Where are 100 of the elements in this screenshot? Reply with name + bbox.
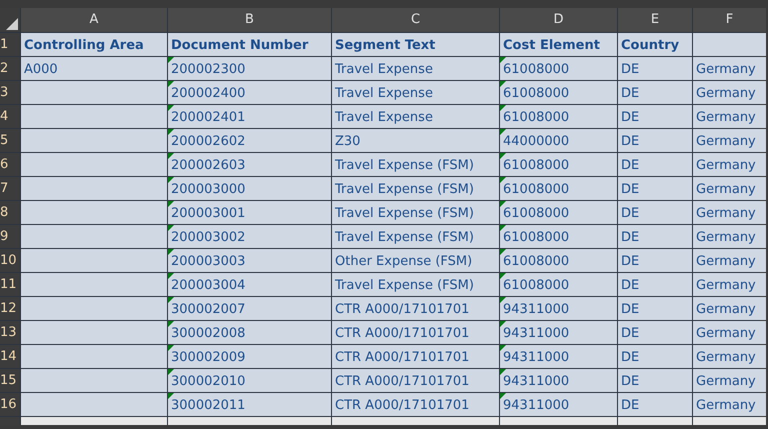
cell-text: Travel Expense (FSM) xyxy=(335,180,474,198)
cell-text: 94311000 xyxy=(503,372,570,390)
cell-text: DE xyxy=(621,108,640,126)
row-header[interactable]: 13 xyxy=(0,321,20,344)
cell-text: 300002009 xyxy=(171,348,246,366)
cell-text: Travel Expense (FSM) xyxy=(335,228,474,246)
row-header[interactable]: 12 xyxy=(0,297,20,320)
cell-text: Germany xyxy=(696,132,756,150)
cell-text: Germany xyxy=(696,60,756,78)
cell-text: Germany xyxy=(696,324,756,342)
select-all-button[interactable] xyxy=(0,8,20,32)
cell-text: DE xyxy=(621,396,640,414)
select-all-icon[interactable] xyxy=(6,18,18,30)
cell-text: DE xyxy=(621,276,640,294)
cell-text: DE xyxy=(621,324,640,342)
cell-text: Germany xyxy=(696,252,756,270)
cell-text: Germany xyxy=(696,300,756,318)
column-header[interactable]: F xyxy=(693,8,766,32)
column-header[interactable]: A xyxy=(21,8,167,32)
cell-text: DE xyxy=(621,372,640,390)
cell-text: Travel Expense xyxy=(335,108,433,126)
row-header[interactable]: 1 xyxy=(0,33,20,56)
cell-text: 200003002 xyxy=(171,228,246,246)
cell-text: CTR A000/17101701 xyxy=(335,300,470,318)
cell-text: 61008000 xyxy=(503,84,570,102)
cell-text: CTR A000/17101701 xyxy=(335,396,470,414)
cell-text: CTR A000/17101701 xyxy=(335,372,470,390)
cell-text: Germany xyxy=(696,348,756,366)
row-header[interactable]: 11 xyxy=(0,273,20,296)
cell-text: 300002010 xyxy=(171,372,246,390)
row-header[interactable]: 8 xyxy=(0,201,20,224)
cell-text: 94311000 xyxy=(503,300,570,318)
cell-text: DE xyxy=(621,156,640,174)
row-header[interactable]: 15 xyxy=(0,369,20,392)
cell-text: Travel Expense xyxy=(335,84,433,102)
cell-text: DE xyxy=(621,252,640,270)
cell-text: DE xyxy=(621,300,640,318)
row-header[interactable]: 9 xyxy=(0,225,20,248)
cell-text: Travel Expense (FSM) xyxy=(335,204,474,222)
cell-text: Germany xyxy=(696,156,756,174)
cell-text: Germany xyxy=(696,84,756,102)
column-label: Country xyxy=(621,36,680,54)
cell-text: 300002011 xyxy=(171,396,246,414)
cell-text: A000 xyxy=(24,60,58,78)
cell-text: DE xyxy=(621,348,640,366)
row-header[interactable]: 6 xyxy=(0,153,20,176)
row-header[interactable]: 4 xyxy=(0,105,20,128)
cell-text: Germany xyxy=(696,396,756,414)
cell-text: 61008000 xyxy=(503,60,570,78)
row-header[interactable]: 5 xyxy=(0,129,20,152)
cell-text: 200002400 xyxy=(171,84,246,102)
cell-text: 61008000 xyxy=(503,276,570,294)
column-header[interactable]: E xyxy=(618,8,692,32)
cell-text: Travel Expense (FSM) xyxy=(335,276,474,294)
cell-text: Germany xyxy=(696,180,756,198)
cell-text: Germany xyxy=(696,276,756,294)
cell-text: DE xyxy=(621,204,640,222)
cell-text: DE xyxy=(621,228,640,246)
cell-text: 94311000 xyxy=(503,348,570,366)
cell-text: Travel Expense (FSM) xyxy=(335,156,474,174)
cell-text: 200002602 xyxy=(171,132,246,150)
cell-text: Germany xyxy=(696,108,756,126)
cell-text: CTR A000/17101701 xyxy=(335,348,470,366)
cell-text: Travel Expense xyxy=(335,60,433,78)
column-header[interactable]: D xyxy=(500,8,617,32)
cell-text: 61008000 xyxy=(503,204,570,222)
cell-text: 200002603 xyxy=(171,156,246,174)
cell-text: 200002300 xyxy=(171,60,246,78)
cell-text: DE xyxy=(621,60,640,78)
cell-text: 61008000 xyxy=(503,252,570,270)
cell-text: DE xyxy=(621,180,640,198)
cell-text: Germany xyxy=(696,372,756,390)
cell-text: Germany xyxy=(696,228,756,246)
column-header[interactable]: C xyxy=(332,8,499,32)
row-header[interactable]: 10 xyxy=(0,249,20,272)
cell-text: 61008000 xyxy=(503,228,570,246)
row-header[interactable]: 3 xyxy=(0,81,20,104)
cell-text: 200003001 xyxy=(171,204,246,222)
cell-text: 200003000 xyxy=(171,180,246,198)
column-label: Segment Text xyxy=(335,36,436,54)
cell-text: 300002007 xyxy=(171,300,246,318)
row-header[interactable]: 16 xyxy=(0,393,20,416)
cell-text: 300002008 xyxy=(171,324,246,342)
column-header[interactable]: B xyxy=(168,8,331,32)
cell-text: 61008000 xyxy=(503,180,570,198)
cell-text: 61008000 xyxy=(503,156,570,174)
row-header[interactable]: 14 xyxy=(0,345,20,368)
cell-text: CTR A000/17101701 xyxy=(335,324,470,342)
row-header[interactable]: 2 xyxy=(0,57,20,80)
column-label: Controlling Area xyxy=(24,36,144,54)
cell-text: 200003004 xyxy=(171,276,246,294)
cell-text: DE xyxy=(621,84,640,102)
row-header[interactable]: 7 xyxy=(0,177,20,200)
cell-text: 61008000 xyxy=(503,108,570,126)
cell-text: 94311000 xyxy=(503,324,570,342)
cell-text: Z30 xyxy=(335,132,360,150)
cell-text: DE xyxy=(621,132,640,150)
cell-text: 200002401 xyxy=(171,108,246,126)
column-label: Cost Element xyxy=(503,36,600,54)
cell-text: Other Expense (FSM) xyxy=(335,252,472,270)
